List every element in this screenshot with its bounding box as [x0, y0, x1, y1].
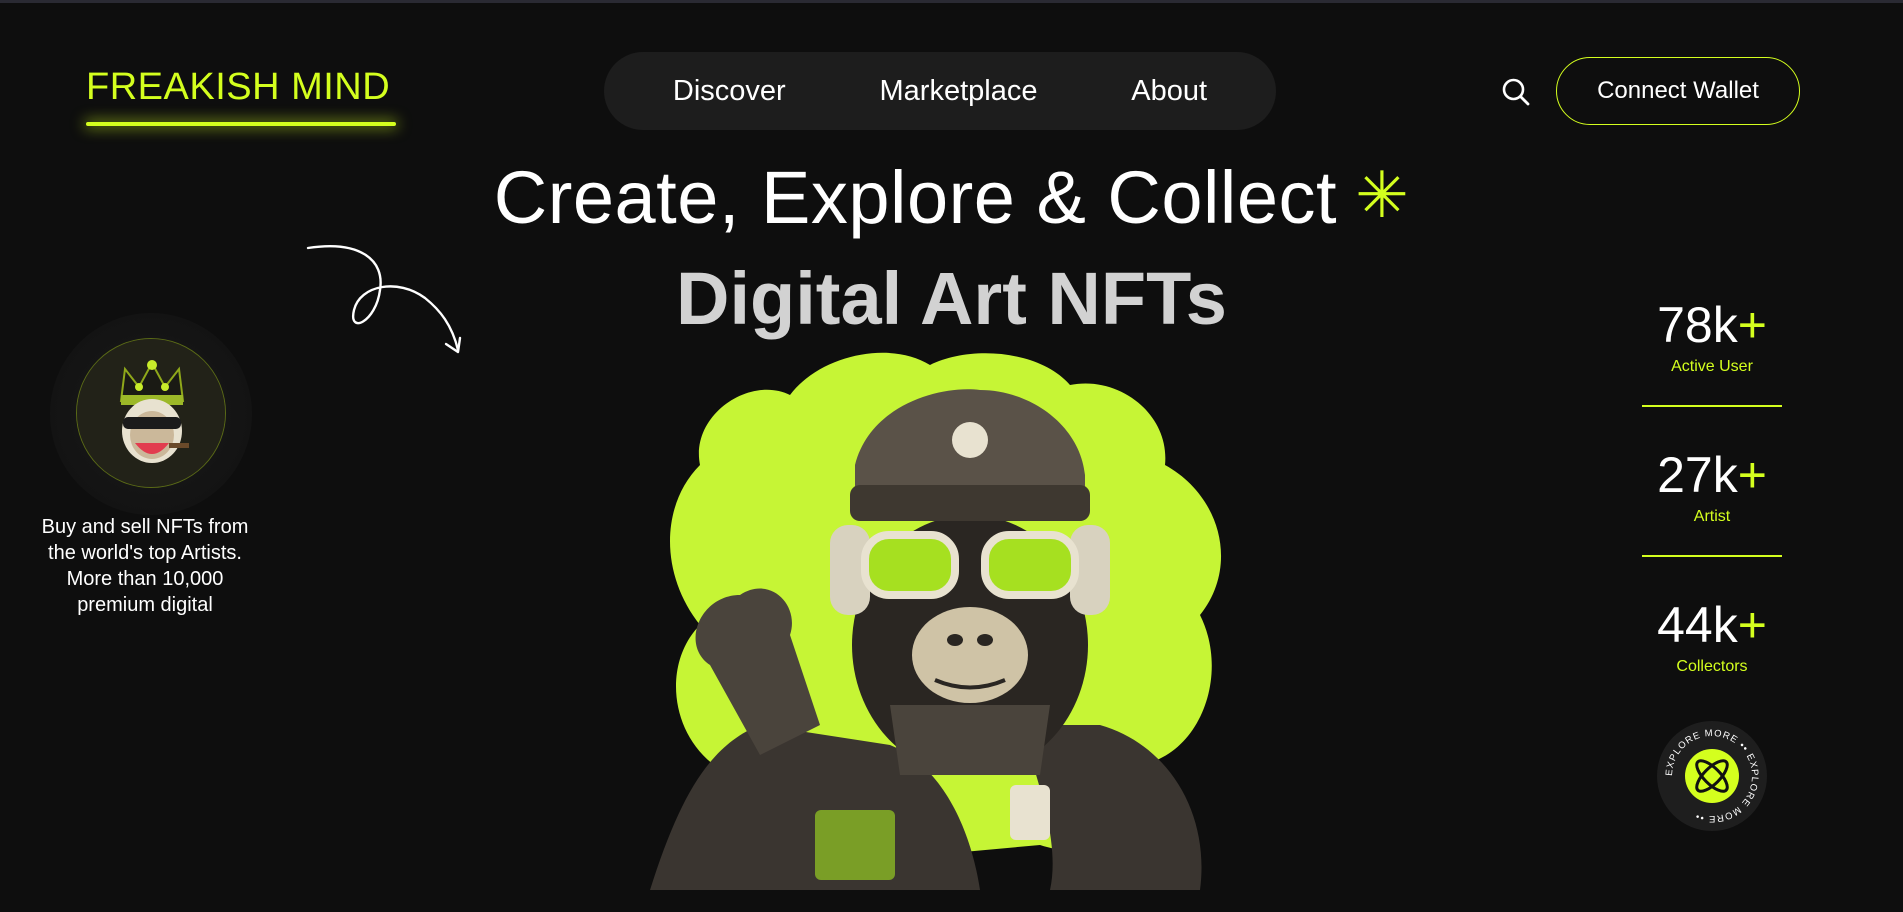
featured-nft-avatar[interactable]	[76, 338, 226, 488]
stat-number: 27k	[1657, 447, 1738, 503]
stat-number: 44k	[1657, 597, 1738, 653]
main-nav: Discover Marketplace About	[604, 52, 1276, 130]
connect-wallet-button[interactable]: Connect Wallet	[1556, 57, 1800, 125]
plus-sign: +	[1737, 297, 1767, 353]
hero-monkey-illustration	[650, 352, 1222, 890]
stat-label: Collectors	[1676, 658, 1748, 675]
logo-underline	[86, 122, 396, 126]
stat-label: Active User	[1671, 358, 1753, 375]
crowned-ape-image	[77, 339, 225, 487]
nav-item-marketplace[interactable]: Marketplace	[880, 75, 1038, 108]
stat-artists: 27k+ Artist	[1642, 448, 1782, 526]
stat-value: 78k+	[1642, 298, 1782, 352]
nav-item-discover[interactable]: Discover	[673, 75, 786, 108]
nav-item-about[interactable]: About	[1131, 75, 1207, 108]
search-icon[interactable]	[1500, 76, 1532, 108]
hero-description: Buy and sell NFTs from the world's top A…	[41, 516, 249, 616]
asterisk-icon: ✳	[1355, 159, 1410, 231]
stat-number: 78k	[1657, 297, 1738, 353]
hero-headline: Create, Explore & Collect ✳	[0, 155, 1903, 240]
stat-value: 44k+	[1642, 598, 1782, 652]
stat-active-users: 78k+ Active User	[1642, 298, 1782, 376]
stat-label: Artist	[1693, 508, 1731, 525]
window-top-border	[0, 0, 1903, 3]
site-logo[interactable]: FREAKISH MIND	[86, 66, 390, 109]
explore-more-badge[interactable]: EXPLORE MORE •• EXPLORE MORE ••	[1656, 720, 1768, 832]
hero-headline-text: Create, Explore & Collect	[493, 156, 1338, 239]
stat-divider	[1642, 405, 1782, 407]
stat-value: 27k+	[1642, 448, 1782, 502]
curved-arrow-icon	[306, 245, 462, 354]
plus-sign: +	[1737, 597, 1767, 653]
stat-collectors: 44k+ Collectors	[1642, 598, 1782, 676]
hero-subheadline: Digital Art NFTs	[676, 257, 1227, 340]
stat-divider	[1642, 555, 1782, 557]
plus-sign: +	[1737, 447, 1767, 503]
